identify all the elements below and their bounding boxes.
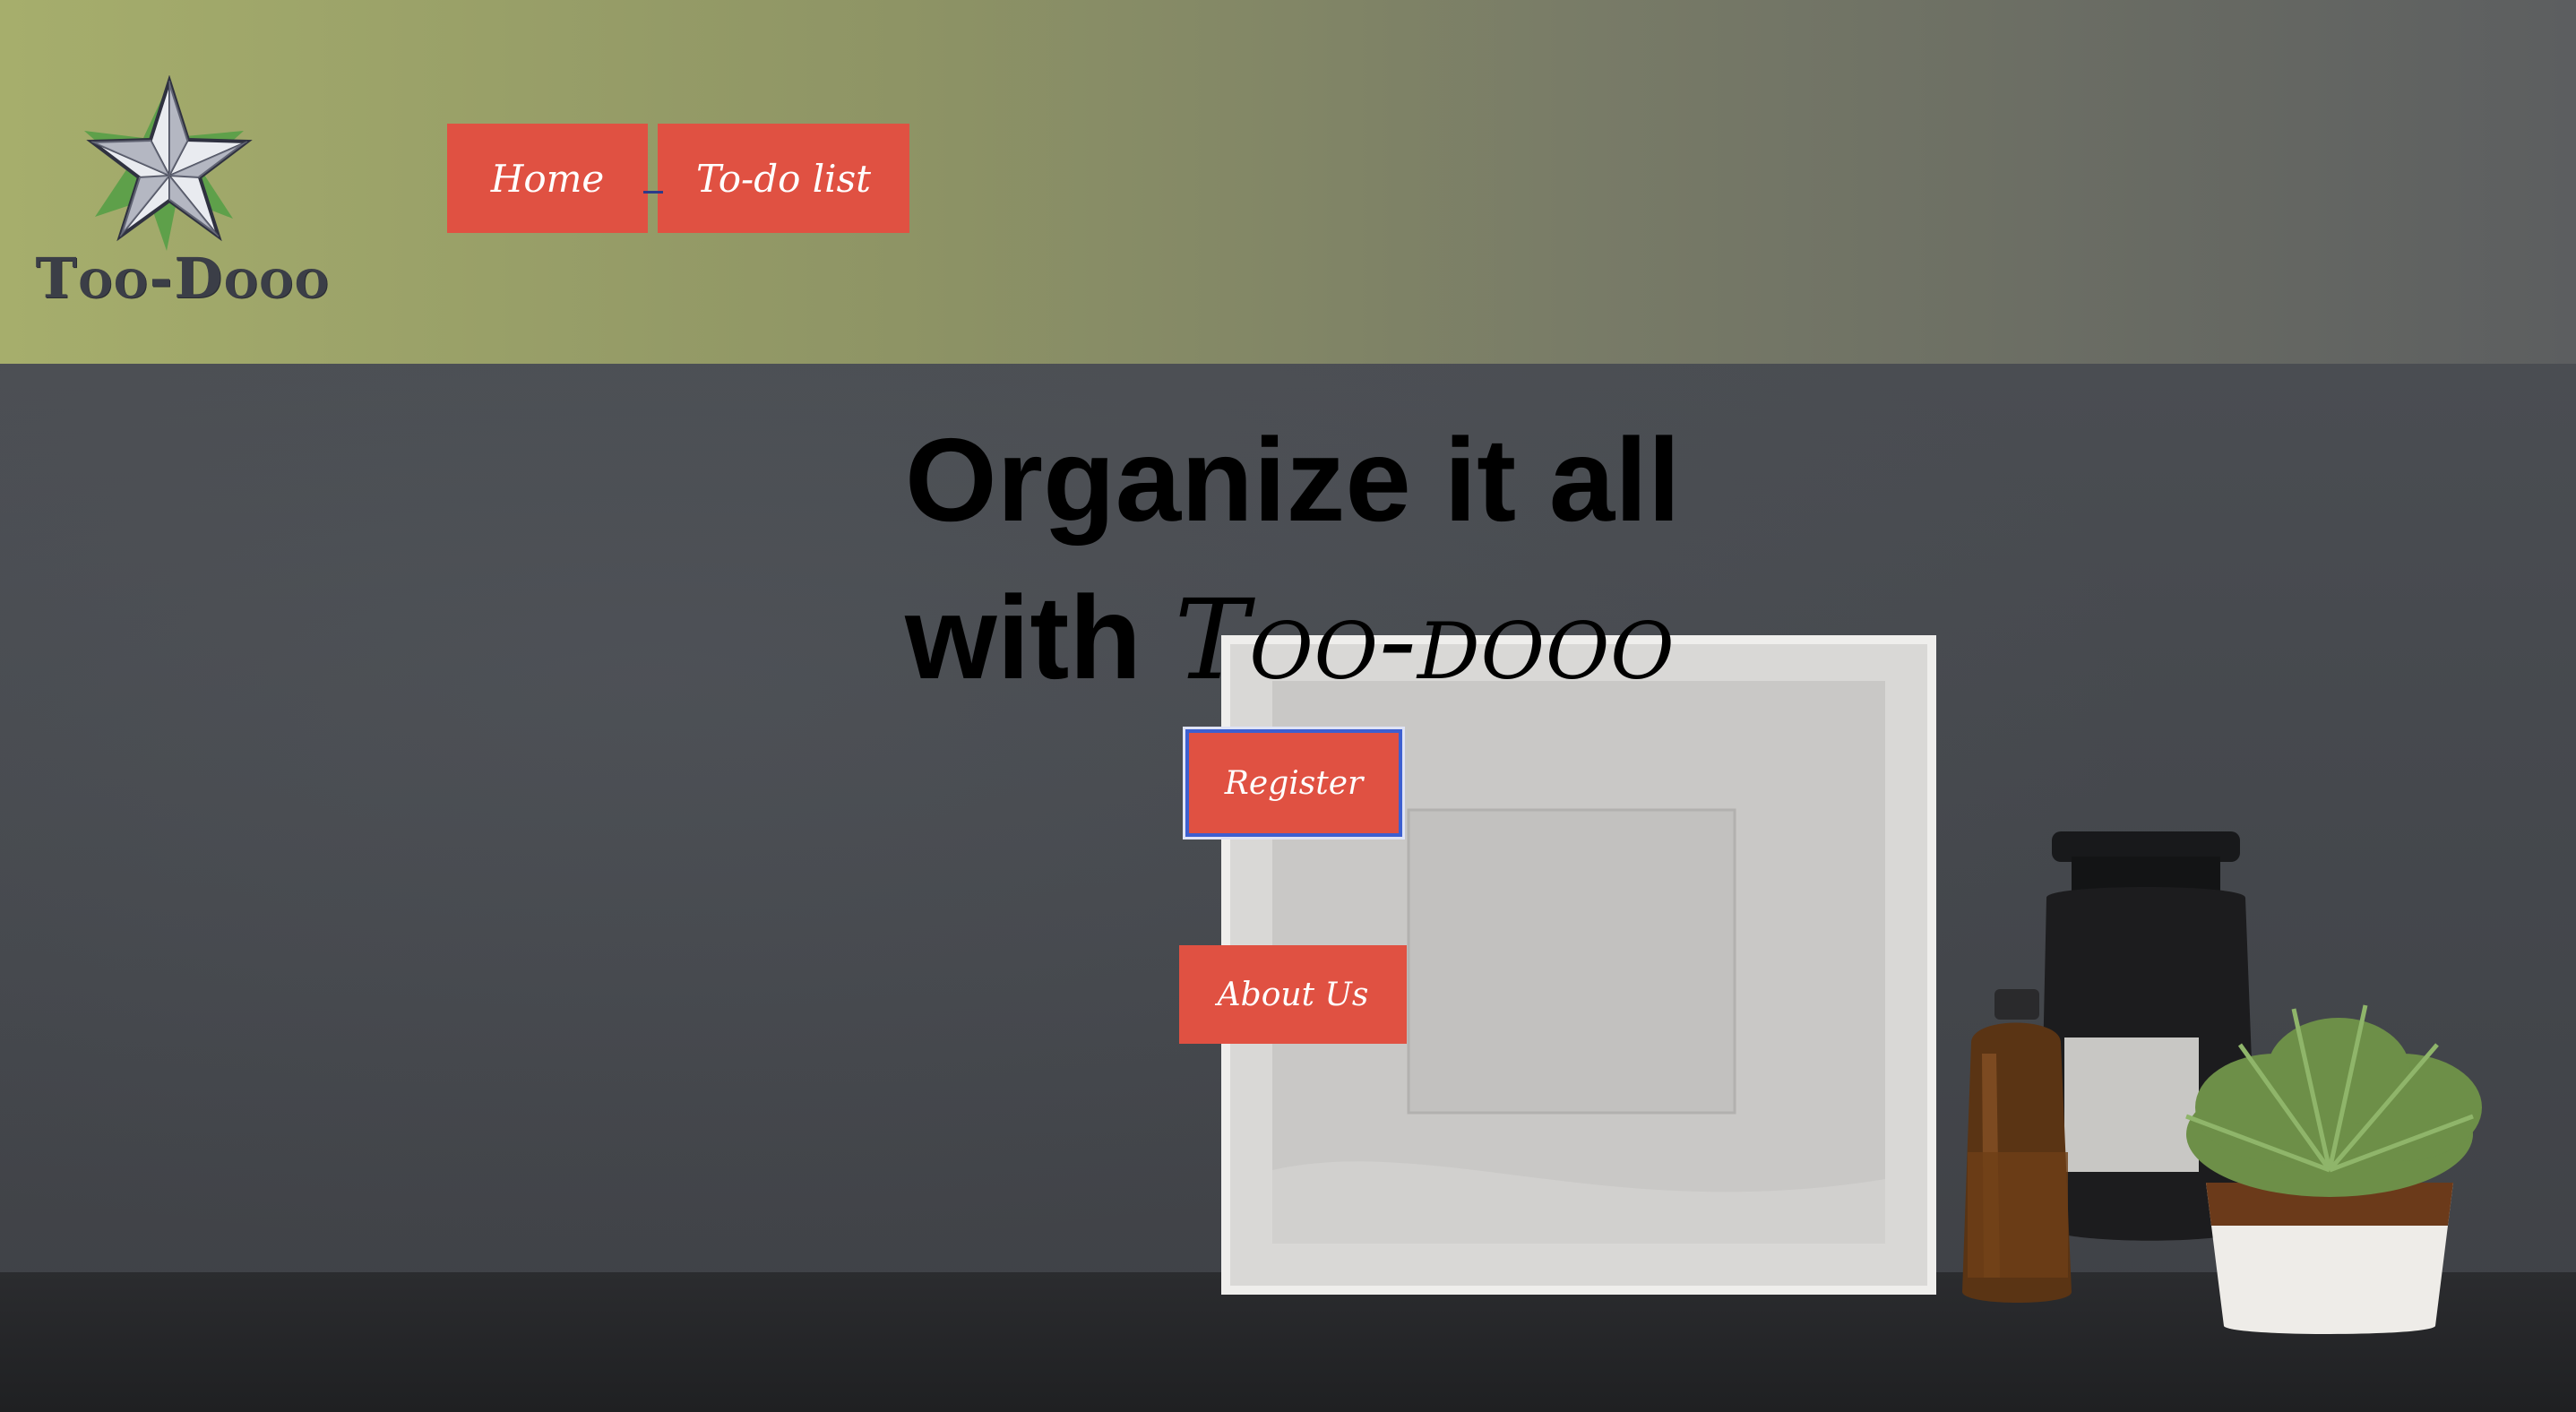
site-header: Too-Dooo Home To-do list <box>0 0 2576 364</box>
headline-line-2: with Too-dooo <box>905 559 1711 719</box>
nav-todo-list-button[interactable]: To-do list <box>658 124 909 233</box>
headline-line-1: Organize it all <box>905 414 1681 546</box>
hero-headline: Organize it all with Too-dooo <box>905 401 1711 719</box>
amber-bottle-image <box>1962 989 2072 1303</box>
logo[interactable]: Too-Dooo <box>13 75 353 311</box>
logo-text: Too-Dooo <box>35 245 331 311</box>
hero-section: Organize it all with Too-dooo Register A… <box>0 364 2576 1412</box>
dark-jar-image <box>2039 831 2258 1241</box>
page: Too-Dooo Home To-do list Organize it all… <box>0 0 2576 1412</box>
nav-home-button[interactable]: Home <box>447 124 648 233</box>
headline-brand: Too-dooo <box>1174 576 1676 705</box>
about-us-button[interactable]: About Us <box>1179 945 1407 1044</box>
nav-underline <box>643 191 663 194</box>
headline-with: with <box>905 572 1142 703</box>
star-logo-icon <box>84 75 253 251</box>
register-button[interactable]: Register <box>1185 729 1402 837</box>
